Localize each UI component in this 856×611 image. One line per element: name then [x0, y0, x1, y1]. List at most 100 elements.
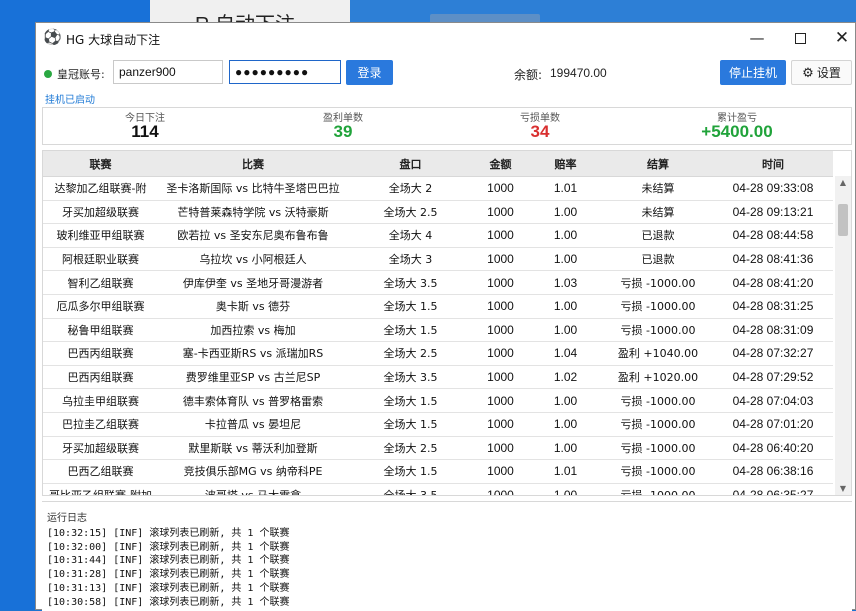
cell-match: 加西拉索 vs 梅加 [158, 318, 348, 343]
cell-match: 芒特普莱森特学院 vs 沃特豪斯 [158, 200, 348, 225]
stat-today-bets: 今日下注 114 [45, 108, 245, 142]
cell-settlement: 未结算 [603, 176, 713, 201]
cell-amount: 1000 [473, 459, 528, 484]
online-status-dot [44, 70, 52, 78]
table-header-row: 联赛 比赛 盘口 金额 赔率 结算 时间 [43, 151, 833, 177]
cell-time: 04-28 08:31:09 [713, 318, 833, 343]
cell-time: 04-28 06:40:20 [713, 436, 833, 461]
cell-match: 乌拉坎 vs 小阿根廷人 [158, 247, 348, 272]
cell-time: 04-28 06:35:27 [713, 483, 833, 495]
table-row[interactable]: 智利乙组联赛 伊库伊奎 vs 圣地牙哥漫游者 全场大 3.5 1000 1.03 亏损 -… [43, 270, 833, 295]
cell-handicap: 全场大 1.5 [348, 318, 473, 343]
cell-time: 04-28 08:31:25 [713, 294, 833, 319]
stat-value: 34 [530, 122, 550, 141]
stat-label: 累计盈亏 [717, 113, 757, 124]
log-line: [10:32:00] [INF] 滚球列表已刷新, 共 1 个联赛 [47, 541, 290, 553]
cell-league: 阿根廷职业联赛 [43, 247, 158, 272]
cell-amount: 1000 [473, 294, 528, 319]
scroll-up-arrow-icon[interactable]: ▲ [835, 176, 851, 190]
column-header-odds[interactable]: 赔率 [528, 151, 603, 177]
stat-value: +5400.00 [701, 122, 773, 141]
cell-handicap: 全场大 1.5 [348, 412, 473, 437]
cell-odds: 1.00 [528, 223, 603, 248]
stat-label: 盈利单数 [323, 113, 363, 124]
close-button[interactable]: ✕ [827, 26, 856, 50]
table-row[interactable]: 秘鲁甲组联赛 加西拉索 vs 梅加 全场大 1.5 1000 1.00 亏损 -1000.… [43, 318, 833, 343]
maximize-button[interactable] [785, 26, 815, 50]
table-row[interactable]: 巴拉圭乙组联赛 卡拉普瓜 vs 晏坦尼 全场大 1.5 1000 1.00 亏损 -100… [43, 412, 833, 437]
table-row[interactable]: 乌拉圭甲组联赛 德丰索体育队 vs 普罗格雷索 全场大 1.5 1000 1.00 亏损 … [43, 388, 833, 413]
log-lines: [10:32:15] [INF] 滚球列表已刷新, 共 1 个联赛 [10:32:… [47, 527, 289, 609]
settings-label: 设置 [816, 66, 841, 80]
username-input[interactable] [113, 60, 223, 84]
table-row[interactable]: 玻利维亚甲组联赛 欧若拉 vs 圣安东尼奥布鲁布鲁 全场大 4 1000 1.00 已退款… [43, 223, 833, 248]
cell-odds: 1.00 [528, 412, 603, 437]
settings-button[interactable]: ⚙ 设置 [791, 60, 852, 85]
table-row[interactable]: 巴西乙组联赛 竞技俱乐部MG vs 纳帝科PE 全场大 1.5 1000 1.01 亏损 … [43, 459, 833, 484]
cell-settlement: 亏损 -1000.00 [603, 483, 713, 495]
column-header-time[interactable]: 时间 [713, 151, 833, 177]
table-row[interactable]: 达黎加乙组联赛-附 圣卡洛斯国际 vs 比特牛圣塔巴巴拉 全场大 2 1000 1.01… [43, 176, 833, 201]
column-header-league[interactable]: 联赛 [43, 151, 158, 177]
cell-league: 巴西丙组联赛 [43, 341, 158, 366]
cell-handicap: 全场大 2.5 [348, 436, 473, 461]
title-bar[interactable]: ⚽ HG 大球自动下注 — ✕ [36, 23, 855, 53]
cell-odds: 1.01 [528, 459, 603, 484]
cell-amount: 1000 [473, 388, 528, 413]
cell-league: 牙买加超级联赛 [43, 200, 158, 225]
cell-match: 默里斯联 vs 蒂沃利加登斯 [158, 436, 348, 461]
column-header-match[interactable]: 比赛 [158, 151, 348, 177]
cell-settlement: 盈利 +1040.00 [603, 341, 713, 366]
cell-amount: 1000 [473, 223, 528, 248]
table-row[interactable]: 厄瓜多尔甲组联赛 奥卡斯 vs 德芬 全场大 1.5 1000 1.00 亏损 -1000… [43, 294, 833, 319]
login-button[interactable]: 登录 [346, 60, 393, 85]
cell-league: 智利乙组联赛 [43, 270, 158, 295]
cell-match: 塞-卡西亚斯RS vs 派瑞加RS [158, 341, 348, 366]
stat-total-profit: 累计盈亏 +5400.00 [637, 108, 837, 142]
table-row[interactable]: 哥比亚乙组联赛-附加 波哥塔 vs 马大雷拿 全场大 3.5 1000 1.00 亏损 -… [43, 483, 833, 495]
table-row[interactable]: 巴西丙组联赛 费罗维里亚SP vs 古兰尼SP 全场大 3.5 1000 1.02 盈利 … [43, 365, 833, 390]
cell-league: 牙买加超级联赛 [43, 436, 158, 461]
cell-league: 玻利维亚甲组联赛 [43, 223, 158, 248]
cell-league: 巴西乙组联赛 [43, 459, 158, 484]
cell-time: 04-28 06:38:16 [713, 459, 833, 484]
cell-match: 卡拉普瓜 vs 晏坦尼 [158, 412, 348, 437]
stat-value: 39 [333, 122, 353, 141]
soccer-ball-icon: ⚽ [43, 28, 62, 46]
column-header-settlement[interactable]: 结算 [603, 151, 713, 177]
cell-time: 04-28 07:01:20 [713, 412, 833, 437]
password-input[interactable] [229, 60, 341, 84]
cell-league: 达黎加乙组联赛-附 [43, 176, 158, 201]
status-text: 挂机已启动 [45, 95, 95, 106]
window-title: HG 大球自动下注 [66, 33, 161, 47]
table-scrollbar[interactable]: ▲ ▼ [835, 176, 851, 495]
cell-settlement: 亏损 -1000.00 [603, 388, 713, 413]
scrollbar-thumb[interactable] [838, 204, 848, 236]
stop-auto-bet-button[interactable]: 停止挂机 [720, 60, 786, 85]
cell-league: 乌拉圭甲组联赛 [43, 388, 158, 413]
cell-time: 04-28 09:13:21 [713, 200, 833, 225]
cell-settlement: 亏损 -1000.00 [603, 270, 713, 295]
cell-time: 04-28 07:32:27 [713, 341, 833, 366]
cell-match: 波哥塔 vs 马大雷拿 [158, 483, 348, 495]
cell-settlement: 亏损 -1000.00 [603, 318, 713, 343]
cell-time: 04-28 07:29:52 [713, 365, 833, 390]
cell-handicap: 全场大 3.5 [348, 270, 473, 295]
table-row[interactable]: 阿根廷职业联赛 乌拉坎 vs 小阿根廷人 全场大 3 1000 1.00 已退款 04-28… [43, 247, 833, 272]
cell-league: 巴西丙组联赛 [43, 365, 158, 390]
cell-handicap: 全场大 3 [348, 247, 473, 272]
table-row[interactable]: 牙买加超级联赛 默里斯联 vs 蒂沃利加登斯 全场大 2.5 1000 1.00 亏损 -… [43, 436, 833, 461]
log-line: [10:32:15] [INF] 滚球列表已刷新, 共 1 个联赛 [47, 528, 290, 539]
column-header-handicap[interactable]: 盘口 [348, 151, 473, 177]
account-label: 皇冠账号: [57, 68, 105, 81]
cell-amount: 1000 [473, 318, 528, 343]
cell-handicap: 全场大 4 [348, 223, 473, 248]
scroll-down-arrow-icon[interactable]: ▼ [835, 482, 851, 495]
cell-time: 04-28 08:44:58 [713, 223, 833, 248]
cell-handicap: 全场大 1.5 [348, 459, 473, 484]
column-header-amount[interactable]: 金额 [473, 151, 528, 177]
table-row[interactable]: 牙买加超级联赛 芒特普莱森特学院 vs 沃特豪斯 全场大 2.5 1000 1.00 未结… [43, 200, 833, 225]
cell-match: 奥卡斯 vs 德芬 [158, 294, 348, 319]
table-row[interactable]: 巴西丙组联赛 塞-卡西亚斯RS vs 派瑞加RS 全场大 2.5 1000 1.04 盈利… [43, 341, 833, 366]
minimize-button[interactable]: — [742, 26, 772, 50]
